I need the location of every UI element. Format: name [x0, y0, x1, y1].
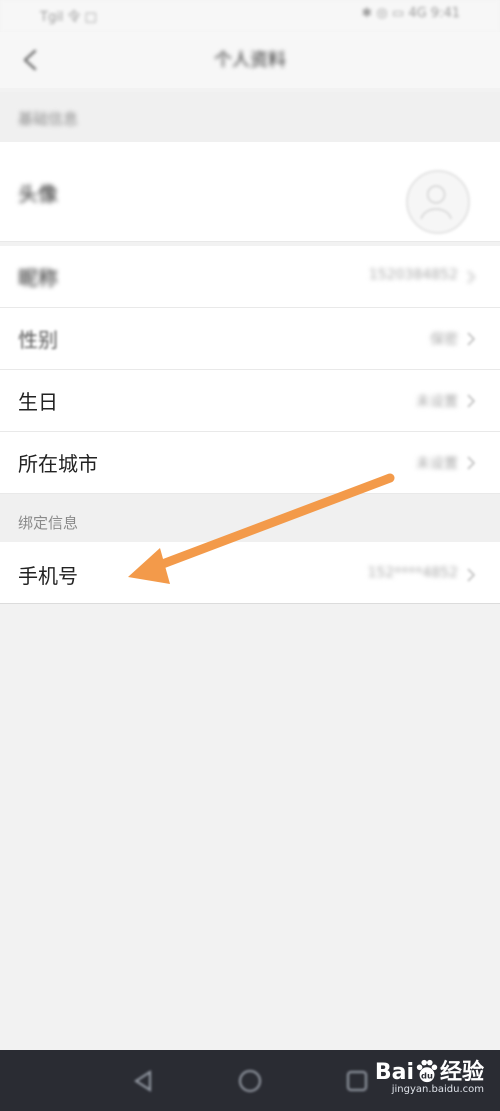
watermark-brand: Bai du 经验	[374, 1059, 484, 1085]
nav-home-circle-icon[interactable]	[237, 1068, 263, 1094]
chevron-right-icon	[467, 456, 476, 470]
status-bar-signal: Tgil 令 □	[40, 10, 97, 25]
nav-recent-square-icon[interactable]	[344, 1068, 370, 1094]
row-value-city: 未设置	[416, 456, 458, 472]
chevron-right-icon	[467, 568, 476, 582]
section-header-binding-info: 绑定信息	[0, 494, 500, 542]
status-bar: Tgil 令 □ ✱ ◎ ▭ 4G 9:41	[0, 0, 500, 32]
avatar-placeholder-icon	[420, 185, 453, 220]
row-value-phone: 152****4852	[367, 565, 458, 581]
row-label-nickname: 昵称	[18, 266, 58, 290]
row-nickname[interactable]: 昵称 1520384852	[0, 246, 500, 308]
section-header-label: 基础信息	[18, 110, 79, 128]
row-gender[interactable]: 性别 保密	[0, 308, 500, 370]
nav-bar: 个人资料	[0, 32, 500, 88]
baidu-paw-icon: du	[416, 1059, 438, 1083]
row-phone[interactable]: 手机号 152****4852	[0, 542, 500, 604]
baidu-jingyan-watermark: Bai du 经验 jingyan.baidu.com	[375, 1054, 484, 1095]
section-header-label: 绑定信息	[18, 514, 79, 532]
avatar[interactable]	[406, 170, 470, 234]
svg-text:du: du	[421, 1070, 433, 1080]
row-birthday[interactable]: 生日 未设置	[0, 370, 500, 432]
row-avatar[interactable]: 头像	[0, 142, 500, 242]
row-city[interactable]: 所在城市 未设置	[0, 432, 500, 494]
row-label-avatar: 头像	[18, 182, 58, 206]
section-header-basic-info: 基础信息	[0, 92, 500, 142]
nav-back-triangle-icon[interactable]	[130, 1068, 156, 1094]
row-label-birthday: 生日	[18, 390, 58, 414]
row-value-nickname: 1520384852	[368, 267, 458, 283]
watermark-url: jingyan.baidu.com	[391, 1084, 484, 1095]
row-label-city: 所在城市	[18, 452, 98, 476]
page-title: 个人资料	[214, 50, 286, 71]
row-value-gender: 保密	[430, 332, 458, 348]
chevron-right-icon	[467, 394, 476, 408]
row-label-gender: 性别	[18, 328, 58, 352]
row-value-birthday: 未设置	[416, 394, 458, 410]
status-bar-right-info: ✱ ◎ ▭ 4G 9:41	[361, 6, 460, 21]
chevron-right-icon	[467, 270, 476, 284]
row-label-phone: 手机号	[18, 564, 78, 588]
chevron-right-icon	[467, 332, 476, 346]
